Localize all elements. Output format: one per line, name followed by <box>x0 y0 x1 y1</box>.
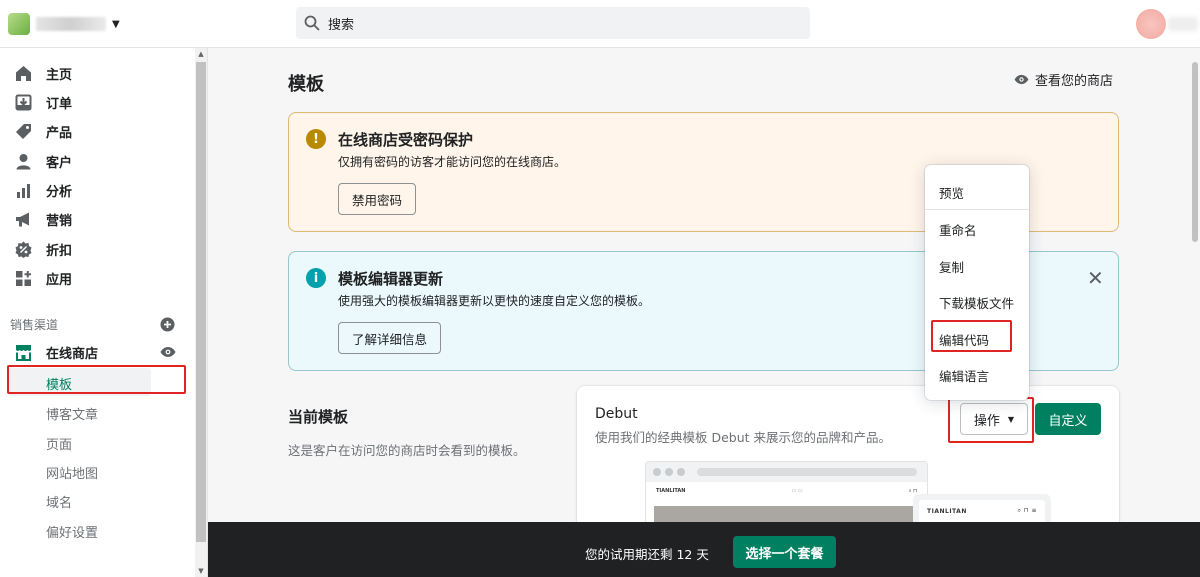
warning-icon: ! <box>306 129 326 149</box>
customize-button[interactable]: 自定义 <box>1035 403 1101 435</box>
search-icon <box>304 15 320 31</box>
sidebar-item-label: 产品 <box>46 125 73 141</box>
sidebar-item-discounts[interactable]: 折扣 <box>14 238 72 260</box>
account-name-blurred <box>1168 17 1198 31</box>
store-logo <box>8 13 30 35</box>
menu-item-duplicate[interactable]: 复制 <box>939 257 964 276</box>
banner-body: 使用强大的模板编辑器更新以更快的速度自定义您的模板。 <box>338 294 651 308</box>
sidebar-item-label: 客户 <box>46 155 73 171</box>
main-scroll-thumb[interactable] <box>1192 62 1198 242</box>
learn-more-button[interactable]: 了解详细信息 <box>338 322 442 354</box>
store-name-blurred <box>36 17 106 31</box>
menu-item-edit-languages[interactable]: 编辑语言 <box>939 366 989 385</box>
sidebar-item-customers[interactable]: 客户 <box>14 150 72 172</box>
banner-title: 模板编辑器更新 <box>338 270 444 288</box>
view-store-label: 查看您的商店 <box>1035 74 1114 89</box>
sidebar-item-home[interactable]: 主页 <box>14 62 72 84</box>
search-placeholder: 搜索 <box>328 17 355 33</box>
highlight-themes-box <box>7 365 186 394</box>
orders-icon <box>14 93 32 111</box>
preview-brand: TIANLITAN <box>656 488 686 494</box>
sidebar-sub-item-navigation[interactable]: 网站地图 <box>46 463 98 482</box>
sidebar-sub-item-pages[interactable]: 页面 <box>46 434 72 453</box>
megaphone-icon <box>14 210 32 228</box>
page-title: 模板 <box>288 74 324 95</box>
storefront-icon <box>14 344 32 362</box>
select-plan-button[interactable]: 选择一个套餐 <box>733 536 836 568</box>
scroll-down-icon[interactable]: ▼ <box>196 567 206 575</box>
eye-icon[interactable] <box>160 346 176 358</box>
sidebar-item-label: 分析 <box>46 184 73 200</box>
sidebar-item-label: 订单 <box>46 96 73 112</box>
person-icon <box>14 152 32 170</box>
caret-down-icon: ▼ <box>112 18 120 30</box>
browser-bar <box>646 462 927 482</box>
preview-brand: TIANLITAN <box>927 507 967 515</box>
sidebar-item-products[interactable]: 产品 <box>14 120 72 142</box>
close-icon[interactable]: ✕ <box>1087 266 1104 290</box>
theme-name: Debut <box>595 406 638 422</box>
store-switcher[interactable]: ▼ <box>8 10 120 38</box>
banner-title: 在线商店受密码保护 <box>338 131 474 149</box>
add-channel-icon[interactable] <box>160 317 175 332</box>
bar-chart-icon <box>14 181 32 199</box>
sidebar-scroll-thumb[interactable] <box>196 62 206 542</box>
banner-body: 仅拥有密码的访客才能访问您的在线商店。 <box>338 155 567 169</box>
top-bar: ▼ 搜索 <box>0 0 1200 48</box>
menu-divider <box>925 209 1029 210</box>
preview-nav: TIANLITAN ▭ ▭ ⌕ ⊓ <box>656 488 917 494</box>
search-bar[interactable]: 搜索 <box>296 7 810 39</box>
current-theme-title: 当前模板 <box>288 408 349 426</box>
current-theme-description: 这是客户在访问您的商店时会看到的模板。 <box>288 443 526 458</box>
menu-item-preview[interactable]: 预览 <box>939 183 964 202</box>
sidebar-item-online-store[interactable]: 在线商店 <box>14 343 98 362</box>
sidebar-item-label: 应用 <box>46 272 73 288</box>
info-icon: i <box>306 268 326 288</box>
sidebar-sub-item-preferences[interactable]: 偏好设置 <box>46 522 98 541</box>
theme-description: 使用我们的经典模板 Debut 来展示您的品牌和产品。 <box>595 430 892 445</box>
avatar[interactable] <box>1136 9 1166 39</box>
sidebar-item-label: 在线商店 <box>46 347 99 362</box>
sidebar-item-analytics[interactable]: 分析 <box>14 179 72 201</box>
sidebar-item-label: 折扣 <box>46 243 73 259</box>
sidebar-item-orders[interactable]: 订单 <box>14 91 72 113</box>
discount-icon <box>14 240 32 258</box>
sidebar-sub-item-blog-posts[interactable]: 博客文章 <box>46 404 98 423</box>
sidebar-item-apps[interactable]: 应用 <box>14 267 72 289</box>
sidebar-item-label: 主页 <box>46 67 73 83</box>
scroll-up-icon[interactable]: ▲ <box>196 50 206 58</box>
sales-channels-label: 销售渠道 <box>10 318 59 332</box>
menu-item-rename[interactable]: 重命名 <box>939 220 977 239</box>
sidebar-sub-item-domains[interactable]: 域名 <box>46 492 72 511</box>
highlight-actions-box <box>948 397 1034 443</box>
apps-icon <box>14 269 32 287</box>
view-store-link[interactable]: 查看您的商店 <box>1014 70 1113 89</box>
trial-bar: 您的试用期还剩 12 天 选择一个套餐 <box>208 522 1200 577</box>
disable-password-button[interactable]: 禁用密码 <box>338 183 417 215</box>
highlight-edit-code-box <box>931 320 1012 352</box>
eye-icon <box>1014 74 1029 85</box>
sidebar-item-label: 营销 <box>46 213 73 229</box>
menu-item-download-theme[interactable]: 下载模板文件 <box>939 293 1014 312</box>
actions-menu: 预览 重命名 复制 下载模板文件 编辑代码 编辑语言 <box>925 165 1029 400</box>
home-icon <box>14 64 32 82</box>
sidebar-item-marketing[interactable]: 营销 <box>14 208 72 230</box>
tag-icon <box>14 122 32 140</box>
trial-remaining-text: 您的试用期还剩 12 天 <box>585 547 709 562</box>
